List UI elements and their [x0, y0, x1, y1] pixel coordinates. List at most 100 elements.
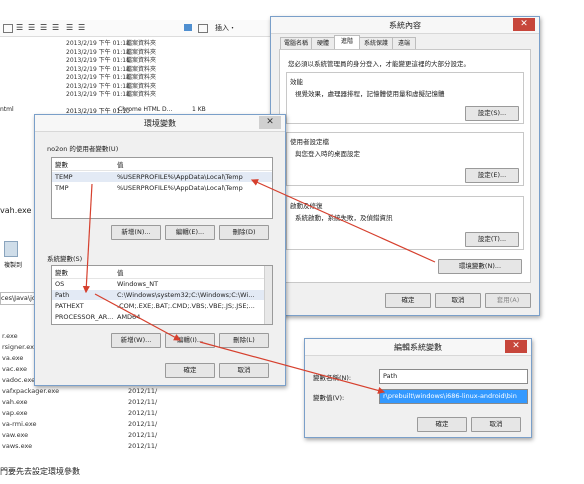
list-header: 變數 值 — [52, 268, 272, 279]
performance-group: 效能 視覺效果，處理器排程，記憶體使用量和虛擬記憶體 設定(S)... — [286, 72, 524, 124]
file-date: 2012/11/ — [128, 398, 158, 406]
close-icon[interactable]: ✕ — [513, 18, 535, 31]
system-delete-button[interactable]: 刪除(L) — [219, 333, 269, 348]
system-list-scrollbar[interactable] — [264, 266, 272, 324]
user-new-button[interactable]: 新增(N)... — [111, 225, 161, 240]
user-profile-group: 使用者設定檔 與您登入時的桌面設定 設定(E)... — [286, 132, 524, 186]
envvars-title: 環境變數 — [144, 119, 176, 128]
startup-recovery-settings-button[interactable]: 設定(T)... — [465, 232, 519, 247]
editvar-titlebar: 編輯系統變數 ✕ — [305, 339, 531, 356]
user-profile-desc: 與您登入時的桌面設定 — [295, 150, 360, 158]
address-fragment[interactable]: ces\Java\jd — [0, 292, 37, 305]
list-header: 變數 值 — [52, 160, 272, 171]
file-name: ntml — [0, 106, 14, 113]
tab-hardware[interactable]: 硬體 — [311, 37, 335, 49]
sysprops-titlebar: 系統內容 ✕ — [271, 17, 539, 34]
tab-system-protection[interactable]: 系統保護 — [359, 37, 393, 49]
admin-notice: 您必須以系統管理員的身分登入，才能變更這裡的大部分設定。 — [288, 60, 470, 68]
file-date: 2012/11/ — [128, 431, 158, 439]
variable-value: %USERPROFILE%\AppData\Local\Temp — [117, 184, 243, 192]
variable-name: PATHEXT — [55, 302, 84, 310]
table-row[interactable]: OS Windows_NT — [52, 279, 272, 289]
file-name: vaws.exe — [2, 442, 33, 450]
list-icon[interactable]: ☰ — [66, 23, 73, 32]
variable-name: TMP — [55, 184, 69, 192]
user-variables-label: no2on 的使用者變數(U) — [47, 145, 119, 153]
variable-value-field[interactable]: r\prebuilt\windows\i686-linux-android\bi… — [379, 389, 528, 404]
user-variables-list[interactable]: 變數 值 TEMP %USERPROFILE%\AppData\Local\Te… — [51, 157, 273, 219]
close-icon[interactable]: ✕ — [259, 116, 281, 129]
tab-advanced[interactable]: 進階 — [334, 35, 360, 50]
editvar-title: 編輯系統變數 — [394, 343, 442, 352]
startup-recovery-desc: 系統啟動，系統失敗，及偵錯資訊 — [295, 214, 393, 222]
table-row[interactable]: TEMP %USERPROFILE%\AppData\Local\Temp — [52, 172, 272, 182]
align-left-icon[interactable]: ☰ — [16, 23, 23, 32]
system-edit-button[interactable]: 編輯(I)... — [165, 333, 215, 348]
variable-name-field[interactable]: Path — [379, 369, 528, 384]
file-name: vadoc.exe — [2, 376, 36, 384]
variable-name: OS — [55, 280, 65, 288]
file-name: rsigner.exe — [2, 343, 38, 351]
user-profile-settings-button[interactable]: 設定(E)... — [465, 168, 519, 183]
variable-name: TEMP — [55, 173, 73, 181]
file-date: 2012/11/ — [128, 409, 158, 417]
align-justify-icon[interactable]: ☰ — [52, 23, 59, 32]
system-properties-dialog: 系統內容 ✕ 電腦名稱 硬體 進階 系統保護 遠端 您必須以系統管理員的身分登入… — [270, 16, 540, 316]
file-date: 2012/11/ — [128, 442, 158, 450]
insert-menu[interactable]: 插入・ — [215, 23, 236, 33]
sysprops-title: 系統內容 — [389, 21, 421, 30]
environment-variables-dialog: 環境變數 ✕ no2on 的使用者變數(U) 變數 值 TEMP %USERPR… — [34, 114, 286, 386]
tab-computer-name[interactable]: 電腦名稱 — [280, 37, 312, 49]
file-name: vah.exe — [2, 398, 28, 406]
table-row[interactable]: PATHEXT .COM;.EXE;.BAT;.CMD;.VBS;.VBE;.J… — [52, 301, 272, 311]
grid-icon[interactable] — [198, 24, 208, 33]
align-center-icon[interactable]: ☰ — [28, 23, 35, 32]
variable-name: PROCESSOR_AR... — [55, 313, 114, 321]
column-value: 值 — [117, 161, 124, 169]
table-row[interactable]: PROCESSOR_AR... AMD64 — [52, 312, 272, 322]
startup-recovery-group: 啟動及修復 系統啟動，系統失敗，及偵錯資訊 設定(T)... — [286, 196, 524, 250]
align-right-icon[interactable]: ☰ — [40, 23, 47, 32]
close-icon[interactable]: ✕ — [505, 340, 527, 353]
ribbon-toolbar: ☰ ☰ ☰ ☰ ☰ ☰ 插入・ — [0, 20, 270, 37]
sysprops-ok-button[interactable]: 確定 — [385, 293, 431, 308]
environment-variables-button[interactable]: 環境變數(N)... — [438, 259, 522, 274]
table-row[interactable]: Path C:\Windows\system32;C:\Windows;C:\W… — [52, 290, 272, 300]
copy-to-icon[interactable] — [4, 241, 18, 257]
edit-system-variable-dialog: 編輯系統變數 ✕ 變數名稱(N): Path 變數值(V): r\prebuil… — [304, 338, 532, 438]
performance-title: 效能 — [290, 78, 303, 86]
system-variables-list[interactable]: 變數 值 OS Windows_NT Path C:\Windows\syste… — [51, 265, 273, 325]
file-name: va-rmi.exe — [2, 420, 37, 428]
file-date: 2012/11/ — [128, 420, 158, 428]
advanced-tab-panel: 您必須以系統管理員的身分登入，才能變更這裡的大部分設定。 效能 視覺效果，處理器… — [279, 49, 531, 283]
system-new-button[interactable]: 新增(W)... — [111, 333, 161, 348]
image-icon[interactable] — [184, 24, 192, 31]
sysprops-cancel-button[interactable]: 取消 — [435, 293, 481, 308]
variable-value: .COM;.EXE;.BAT;.CMD;.VBS;.VBE;.JS;.JSE;.… — [117, 302, 255, 310]
tab-remote[interactable]: 遠端 — [392, 37, 416, 49]
file-size: 1 KB — [192, 106, 206, 113]
file-name: vac.exe — [2, 365, 28, 373]
editvar-cancel-button[interactable]: 取消 — [471, 417, 521, 432]
user-edit-button[interactable]: 編輯(E)... — [165, 225, 215, 240]
file-type: 檔案資料夾 — [126, 91, 157, 98]
user-delete-button[interactable]: 刪除(D) — [219, 225, 269, 240]
sysprops-apply-button[interactable]: 套用(A) — [485, 293, 531, 308]
variable-name-label: 變數名稱(N): — [313, 374, 352, 382]
user-profile-title: 使用者設定檔 — [290, 138, 329, 146]
startup-recovery-title: 啟動及修復 — [290, 202, 323, 210]
envvars-ok-button[interactable]: 確定 — [165, 363, 215, 378]
file-name: vafxpackager.exe — [2, 387, 60, 395]
variable-value: %USERPROFILE%\AppData\Local\Temp — [117, 173, 243, 181]
editvar-ok-button[interactable]: 確定 — [417, 417, 467, 432]
table-icon[interactable] — [3, 24, 13, 33]
performance-settings-button[interactable]: 設定(S)... — [465, 106, 519, 121]
envvars-titlebar: 環境變數 ✕ — [35, 115, 285, 132]
html-file-row[interactable]: ntml 2013/2/19 下午 01:10 Chrome HTML D...… — [0, 106, 270, 115]
column-value: 值 — [117, 269, 124, 277]
variable-value-label: 變數值(V): — [313, 394, 345, 402]
envvars-cancel-button[interactable]: 取消 — [219, 363, 269, 378]
copy-to-label: 複製到 — [4, 262, 23, 269]
table-row[interactable]: TMP %USERPROFILE%\AppData\Local\Temp — [52, 183, 272, 193]
indent-icon[interactable]: ☰ — [78, 23, 85, 32]
